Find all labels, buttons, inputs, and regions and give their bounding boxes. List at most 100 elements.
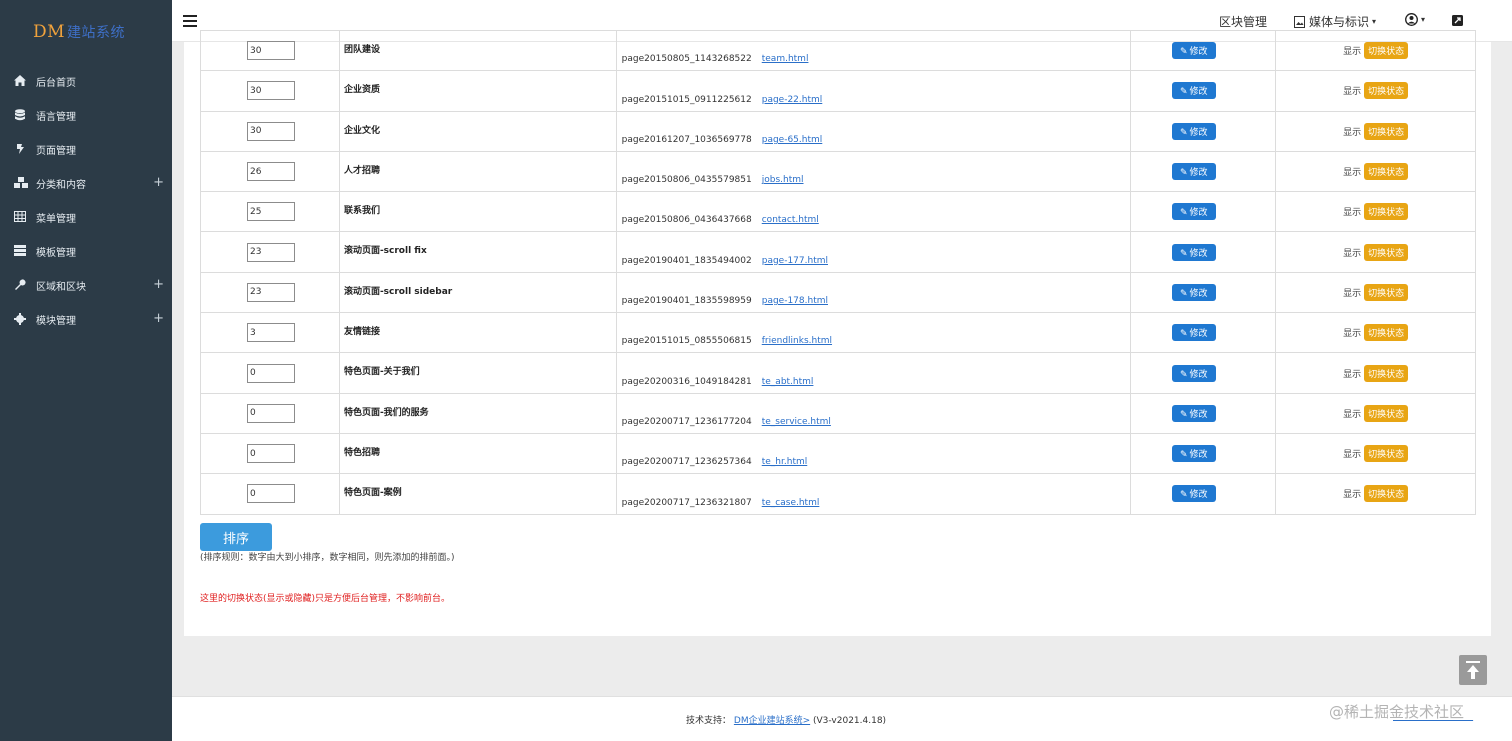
sort-order-input[interactable] bbox=[247, 41, 295, 61]
edit-button[interactable]: ✎ 修改 bbox=[1171, 42, 1216, 60]
edit-button[interactable]: ✎ 修改 bbox=[1171, 283, 1216, 301]
edit-cell: ✎ 修改 bbox=[1130, 110, 1277, 152]
toggle-status-button[interactable]: 切换状态 bbox=[1364, 82, 1409, 100]
edit-button[interactable]: ✎ 修改 bbox=[1171, 364, 1216, 382]
edit-button-label: 修改 bbox=[1189, 409, 1208, 420]
status-cell: 显示 切换状态 bbox=[1275, 150, 1476, 193]
sidebar-item[interactable]: 页面管理 bbox=[0, 132, 172, 166]
toggle-status-button[interactable]: 切换状态 bbox=[1364, 364, 1409, 382]
user-dropdown[interactable]: ▾ bbox=[1405, 13, 1425, 26]
edit-button-label: 修改 bbox=[1189, 248, 1208, 259]
table-row: 特色招聘 page20200717_1236257364 te_hr.html ✎修改… bbox=[200, 432, 1476, 475]
page-file-link[interactable]: contact.html bbox=[762, 215, 819, 225]
expand-plus-icon[interactable]: + bbox=[153, 311, 164, 326]
page-file-link[interactable]: te_case.html bbox=[762, 498, 820, 508]
sort-order-input[interactable] bbox=[247, 81, 295, 101]
edit-cell: ✎ 修改 bbox=[1130, 352, 1277, 394]
status-text: 显示 bbox=[1343, 288, 1362, 299]
toggle-status-button[interactable]: 切换状态 bbox=[1364, 404, 1409, 422]
toggle-status-button[interactable]: 切换状态 bbox=[1364, 243, 1409, 261]
block-manage-label: 区块管理 bbox=[1219, 15, 1268, 29]
expand-plus-icon[interactable]: + bbox=[153, 277, 164, 292]
sidebar-item[interactable]: 模块管理 + bbox=[0, 302, 172, 336]
edit-button[interactable]: ✎ 修改 bbox=[1171, 324, 1216, 342]
page-file-link[interactable]: te_hr.html bbox=[762, 457, 808, 467]
sort-order-input[interactable] bbox=[247, 202, 295, 222]
sidebar-item[interactable]: 菜单管理 bbox=[0, 200, 172, 234]
cubes-icon bbox=[14, 177, 28, 189]
table-row: 特色页面-关于我们 page20200316_1049184281 te_abt.h… bbox=[200, 352, 1476, 394]
sort-order-input[interactable] bbox=[247, 444, 295, 464]
page-file-link[interactable]: jobs.html bbox=[762, 175, 804, 185]
sidebar-item[interactable]: 模板管理 bbox=[0, 234, 172, 268]
edit-button[interactable]: ✎ 修改 bbox=[1171, 485, 1216, 503]
table-row: 企业文化 page20161207_1036569778 page-65.html ✎… bbox=[200, 110, 1476, 152]
sidebar-item-label: 模板管理 bbox=[36, 247, 76, 259]
sidebar-item[interactable]: 语言管理 bbox=[0, 98, 172, 132]
sort-button[interactable]: 排序 bbox=[200, 523, 272, 551]
media-dropdown[interactable]: 媒体与标识 ▾ bbox=[1294, 13, 1376, 30]
block-manage-link[interactable]: 区块管理 bbox=[1219, 13, 1267, 30]
toggle-status-button[interactable]: 切换状态 bbox=[1364, 122, 1409, 140]
status-text: 显示 bbox=[1343, 248, 1362, 259]
menu-toggle-icon[interactable] bbox=[183, 15, 197, 27]
sidebar-item-label: 菜单管理 bbox=[36, 213, 76, 225]
edit-button[interactable]: ✎ 修改 bbox=[1171, 404, 1216, 422]
sidebar-item[interactable]: 区域和区块 + bbox=[0, 268, 172, 302]
table-row: 人才招聘 page20150806_0435579851 jobs.html ✎修改 显… bbox=[200, 150, 1476, 193]
edit-cell: ✎ 修改 bbox=[1130, 191, 1277, 233]
sort-order-input[interactable] bbox=[247, 162, 295, 182]
sidebar: DM 建站系统 后台首页 语言管理 页面管理 分类和内容 + 菜单管理 模板管理 区域和区块 + 模… bbox=[0, 0, 172, 741]
edit-button[interactable]: ✎ 修改 bbox=[1171, 203, 1216, 221]
status-warning-note: 这里的切换状态(显示或隐藏)只是方便后台管理，不影响前台。 bbox=[200, 594, 451, 604]
table-row: 特色页面-案例 page20200717_1236321807 te_case.ht… bbox=[200, 473, 1476, 515]
status-cell: 显示 切换状态 bbox=[1275, 29, 1476, 72]
edit-button[interactable]: ✎ 修改 bbox=[1171, 163, 1216, 181]
toggle-status-button[interactable]: 切换状态 bbox=[1364, 203, 1409, 221]
expand-plus-icon[interactable]: + bbox=[153, 175, 164, 190]
sidebar-item-label: 页面管理 bbox=[36, 145, 76, 157]
app-logo[interactable]: DM 建站系统 bbox=[0, 0, 172, 64]
edit-button[interactable]: ✎ 修改 bbox=[1171, 82, 1216, 100]
edit-cell: ✎ 修改 bbox=[1130, 392, 1277, 434]
footer-link[interactable]: DM企业建站系统> bbox=[734, 716, 810, 726]
table-row: 滚动页面-scroll fixpage20190401_1835494002pa… bbox=[200, 231, 1476, 273]
status-text: 显示 bbox=[1343, 490, 1362, 501]
toggle-status-button[interactable]: 切换状态 bbox=[1364, 485, 1409, 503]
page-file-link[interactable]: page-65.html bbox=[762, 135, 823, 145]
sort-order-input[interactable] bbox=[247, 121, 295, 141]
page-file-link[interactable]: page-22.html bbox=[762, 95, 823, 105]
back-to-top-button[interactable] bbox=[1459, 655, 1487, 685]
sidebar-item[interactable]: 分类和内容 + bbox=[0, 166, 172, 200]
toggle-status-button[interactable]: 切换状态 bbox=[1364, 283, 1409, 301]
edit-icon: ✎ bbox=[1179, 248, 1188, 259]
sort-order-input[interactable] bbox=[247, 403, 295, 423]
page-file-link[interactable]: te_service.html bbox=[762, 417, 831, 427]
status-cell: 显示 切换状态 bbox=[1275, 231, 1476, 273]
order-cell bbox=[200, 392, 340, 434]
page-file-link[interactable]: team.html bbox=[762, 54, 809, 64]
toggle-status-button[interactable]: 切换状态 bbox=[1364, 445, 1409, 463]
page-id: page20200316_1049184281 bbox=[621, 376, 752, 387]
sidebar-item-label: 模块管理 bbox=[36, 315, 76, 327]
toggle-status-button[interactable]: 切换状态 bbox=[1364, 42, 1409, 60]
edit-icon: ✎ bbox=[1179, 127, 1188, 138]
page-file-link[interactable]: page-177.html bbox=[762, 256, 828, 266]
page-file-link[interactable]: te_abt.html bbox=[762, 377, 814, 387]
edit-button[interactable]: ✎ 修改 bbox=[1171, 122, 1216, 140]
edit-button[interactable]: ✎ 修改 bbox=[1171, 243, 1216, 261]
sort-order-input[interactable] bbox=[247, 484, 295, 504]
sidebar-nav: 后台首页 语言管理页面管理分类和内容 + 菜单管理模板管理区域和区块 + 模块管理 + bbox=[0, 64, 172, 336]
external-link-button[interactable] bbox=[1452, 15, 1463, 26]
sidebar-item[interactable]: 后台首页 bbox=[0, 64, 172, 98]
sort-order-input[interactable] bbox=[247, 323, 295, 343]
sort-order-input[interactable] bbox=[247, 363, 295, 383]
sort-order-input[interactable] bbox=[247, 282, 295, 302]
edit-button[interactable]: ✎ 修改 bbox=[1171, 445, 1216, 463]
toggle-status-button[interactable]: 切换状态 bbox=[1364, 163, 1409, 181]
toggle-status-button[interactable]: 切换状态 bbox=[1364, 324, 1409, 342]
page-file-cell: page20150806_0436437668 contact.html bbox=[615, 191, 1132, 233]
sort-order-input[interactable] bbox=[247, 242, 295, 262]
page-file-link[interactable]: friendlinks.html bbox=[762, 336, 832, 346]
page-file-link[interactable]: page-178.html bbox=[762, 296, 828, 306]
